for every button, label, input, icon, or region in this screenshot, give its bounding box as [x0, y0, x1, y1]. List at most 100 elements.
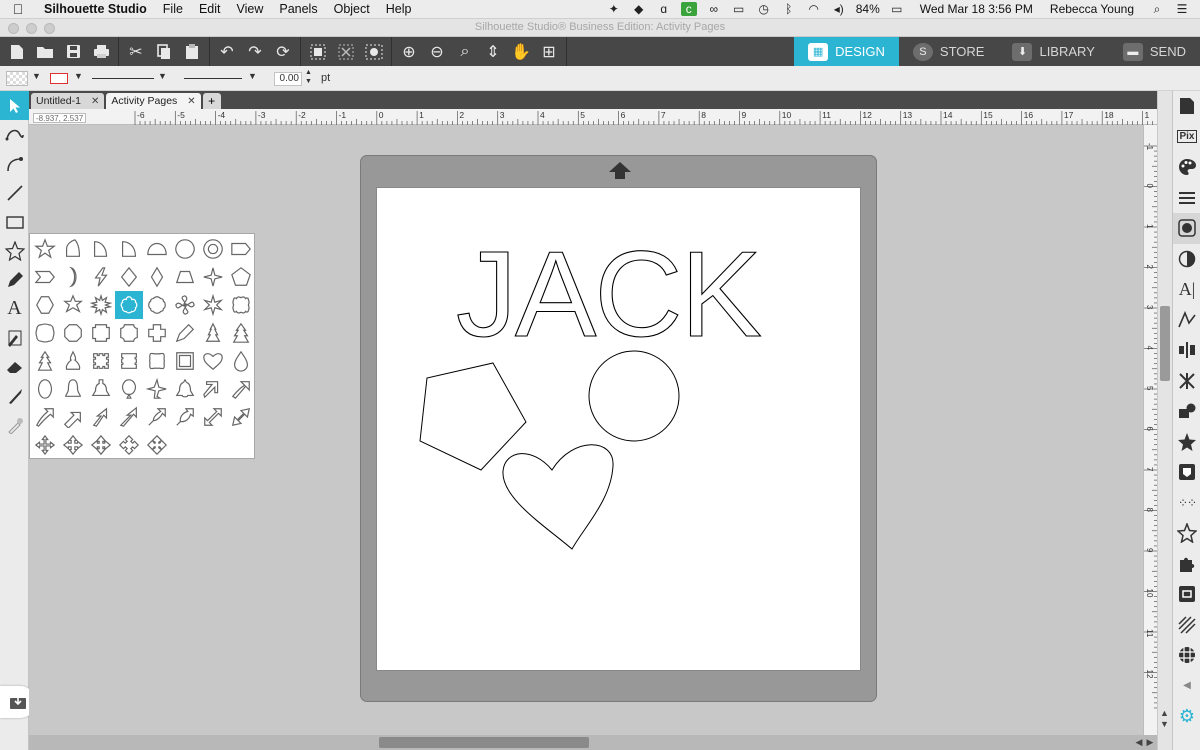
shape-quarter-shape-icon[interactable] [87, 235, 115, 263]
creative-cloud-icon[interactable]: ∞ [706, 2, 722, 16]
shape-circle-icon[interactable] [171, 235, 199, 263]
line-width-stepper[interactable]: ▲ ▼ [305, 68, 312, 86]
new-file-icon[interactable] [3, 40, 31, 64]
line-width-input[interactable]: 0.00 [274, 72, 302, 86]
shape-drop-icon[interactable] [227, 347, 255, 375]
script-icon[interactable]: ɑ [656, 2, 672, 16]
shape-crescent-moon-icon[interactable] [59, 263, 87, 291]
group-icon[interactable] [304, 40, 332, 64]
shape-postage-stamp-icon[interactable] [171, 347, 199, 375]
dropbox-icon[interactable]: ✦ [606, 2, 622, 16]
file-menu[interactable]: File [155, 2, 191, 16]
notification-center-icon[interactable]: ☰ [1174, 2, 1190, 16]
shape-arrow-up-right-2-icon[interactable] [227, 375, 255, 403]
tab-send[interactable]: ▬ SEND [1109, 37, 1200, 66]
shape-scallop-flower-icon[interactable] [115, 291, 143, 319]
shape-tree-round-icon[interactable] [31, 347, 59, 375]
shape-half-circle-left-icon[interactable] [59, 235, 87, 263]
pencil-tool-icon[interactable] [0, 265, 29, 294]
polygon-tool-icon[interactable] [0, 236, 29, 265]
heart-shape[interactable] [502, 444, 614, 550]
battery-percent[interactable]: 84% [856, 2, 880, 16]
jack-text[interactable]: JACK [455, 225, 763, 362]
add-page-icon[interactable]: ⊞ [535, 40, 563, 64]
shape-quarter-circle-icon[interactable] [115, 235, 143, 263]
airplay-icon[interactable]: ▭ [731, 2, 747, 16]
doc-tab-untitled[interactable]: Untitled-1 ✕ [31, 93, 105, 109]
text-tool-icon[interactable]: A [0, 294, 29, 323]
shape-heart-icon[interactable] [199, 347, 227, 375]
sketch-tool-icon[interactable] [0, 323, 29, 352]
align-icon[interactable] [1173, 335, 1200, 366]
nesting-icon[interactable] [1173, 579, 1200, 610]
shape-arrow-up-right-8-icon[interactable] [171, 403, 199, 431]
eraser-tool-icon[interactable] [0, 352, 29, 381]
redo-icon[interactable]: ↷ [241, 40, 269, 64]
app-menu[interactable]: Silhouette Studio [36, 2, 155, 16]
shape-arrow-up-right-4-icon[interactable] [59, 403, 87, 431]
trace-icon[interactable] [1173, 457, 1200, 488]
sketch-dots-icon[interactable]: ⁘⁘ [1173, 488, 1200, 519]
shape-four-arrow-2-icon[interactable] [59, 431, 87, 459]
shape-star-6-icon[interactable] [59, 291, 87, 319]
edit-menu[interactable]: Edit [191, 2, 229, 16]
volume-icon[interactable]: ◂) [831, 2, 847, 16]
transform-icon[interactable] [1173, 366, 1200, 397]
horizontal-scrollbar[interactable]: ◀ ▶ [29, 735, 1157, 750]
point-edit-tool-icon[interactable] [0, 120, 29, 149]
transparency-icon[interactable] [1173, 244, 1200, 275]
shape-scalloped-square-icon[interactable] [227, 291, 255, 319]
cut-icon[interactable]: ✂ [122, 40, 150, 64]
shape-half-circle-icon[interactable] [143, 235, 171, 263]
help-menu[interactable]: Help [378, 2, 420, 16]
zoom-out-icon[interactable]: ⊖ [423, 40, 451, 64]
rectangle-tool-icon[interactable] [0, 207, 29, 236]
print-icon[interactable] [87, 40, 115, 64]
doc-tab-activity-pages[interactable]: Activity Pages ✕ [106, 93, 201, 109]
scroll-down-icon[interactable]: ▼ [1160, 719, 1169, 729]
shape-lightning-icon[interactable] [87, 263, 115, 291]
shape-triangle-tree-icon[interactable] [199, 319, 227, 347]
shape-star-icon[interactable] [31, 235, 59, 263]
tab-library[interactable]: ⬇ LIBRARY [998, 37, 1108, 66]
shape-notched-square-icon[interactable] [87, 319, 115, 347]
shape-arrow-up-right-1-icon[interactable] [199, 375, 227, 403]
shape-double-arrow-2-icon[interactable] [227, 403, 255, 431]
knife-tool-icon[interactable] [0, 381, 29, 410]
vertical-scroll-thumb[interactable] [1160, 306, 1170, 381]
zoom-in-icon[interactable]: ⊕ [395, 40, 423, 64]
star-shape[interactable] [419, 362, 527, 471]
line-style-dropdown-icon[interactable]: ▼ [158, 71, 167, 81]
preferences-gear-icon[interactable]: ⚙ [1173, 701, 1200, 732]
shape-rhombus-icon[interactable] [143, 263, 171, 291]
scroll-right-icon[interactable]: ▶ [1144, 736, 1156, 749]
scroll-up-icon[interactable]: ▲ [1160, 708, 1169, 718]
hatch-icon[interactable] [1173, 610, 1200, 641]
shape-balloon-icon[interactable] [115, 375, 143, 403]
favorites-star-icon[interactable] [1173, 518, 1200, 549]
shape-bell-tree-icon[interactable] [59, 347, 87, 375]
puzzle-icon[interactable] [1173, 549, 1200, 580]
shape-starburst-icon[interactable] [87, 291, 115, 319]
battery-icon[interactable]: ▭ [889, 2, 905, 16]
ungroup-icon[interactable] [332, 40, 360, 64]
panels-menu[interactable]: Panels [271, 2, 325, 16]
shape-donut-icon[interactable] [199, 235, 227, 263]
shape-four-arrow-4-icon[interactable] [115, 431, 143, 459]
refresh-icon[interactable]: ⟳ [269, 40, 297, 64]
shape-arrow-up-right-3-icon[interactable] [31, 403, 59, 431]
fit-to-page-icon[interactable]: ⇕ [479, 40, 507, 64]
shape-chevron-icon[interactable] [31, 263, 59, 291]
grid-icon[interactable] [1173, 640, 1200, 671]
bluetooth-icon[interactable]: ᛒ [781, 2, 797, 16]
line-color-dropdown-icon[interactable]: ▼ [74, 71, 83, 81]
shape-rounded-notch-square-icon[interactable] [115, 319, 143, 347]
shape-tag-arrow-icon[interactable] [227, 235, 255, 263]
spotlight-icon[interactable]: ⌕ [1149, 2, 1165, 16]
shape-pine-tree-icon[interactable] [227, 319, 255, 347]
fill-pattern-icon[interactable] [1173, 213, 1200, 244]
shape-double-arrow-1-icon[interactable] [199, 403, 227, 431]
fill-dropdown-icon[interactable]: ▼ [32, 71, 41, 81]
shape-rounded-octagon-icon[interactable] [59, 319, 87, 347]
tab-design[interactable]: ▦ DESIGN [794, 37, 899, 66]
